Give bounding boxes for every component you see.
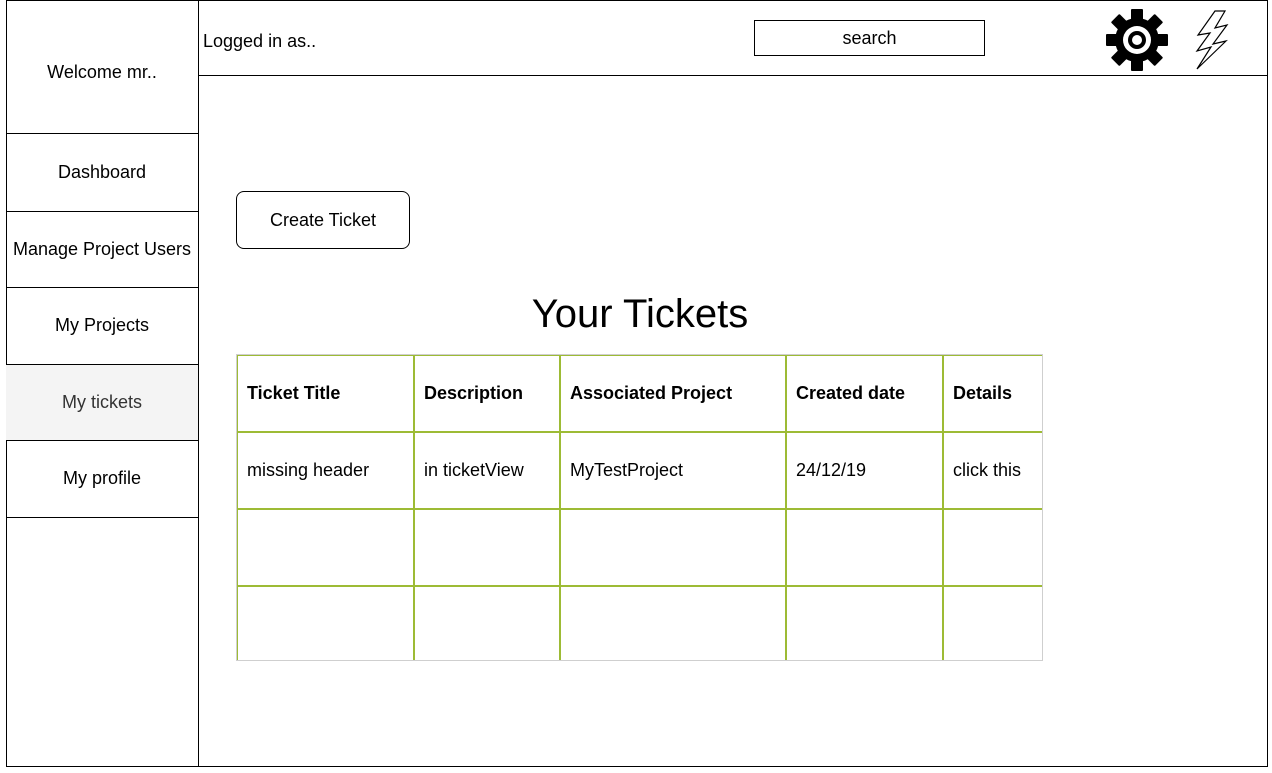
table-cell: [942, 508, 1042, 587]
table-cell: missing header: [237, 431, 415, 510]
top-header: Logged in as.. search: [199, 0, 1268, 76]
table-cell: 24/12/19: [785, 431, 944, 510]
search-input[interactable]: search: [754, 20, 985, 56]
column-header-description: Description: [413, 355, 561, 433]
table-cell: [237, 585, 415, 660]
column-header-details: Details: [942, 355, 1042, 433]
table-cell: [413, 585, 561, 660]
column-header-created-date: Created date: [785, 355, 944, 433]
table-cell: [559, 585, 787, 660]
table-cell: [785, 585, 944, 660]
table-cell: [942, 585, 1042, 660]
gear-icon[interactable]: [1105, 8, 1169, 72]
sidebar-item-dashboard[interactable]: Dashboard: [6, 134, 198, 212]
table-cell: [785, 508, 944, 587]
table-cell: MyTestProject: [559, 431, 787, 510]
sidebar: Welcome mr.. Dashboard Manage Project Us…: [6, 0, 199, 767]
table-row: missing header in ticketView MyTestProje…: [237, 431, 1042, 510]
logged-in-label: Logged in as..: [203, 31, 317, 51]
table-header-row: Ticket Title Description Associated Proj…: [237, 355, 1042, 433]
details-link[interactable]: click this: [942, 431, 1042, 510]
sidebar-item-manage-project-users[interactable]: Manage Project Users: [6, 212, 198, 288]
create-ticket-button[interactable]: Create Ticket: [236, 191, 410, 249]
lightning-icon[interactable]: [1193, 8, 1233, 72]
table-row: [237, 508, 1042, 587]
tickets-table: Ticket Title Description Associated Proj…: [236, 354, 1043, 661]
sidebar-item-my-tickets[interactable]: My tickets: [6, 365, 198, 441]
table-cell: in ticketView: [413, 431, 561, 510]
sidebar-item-my-projects[interactable]: My Projects: [6, 288, 198, 365]
column-header-ticket-title: Ticket Title: [237, 355, 415, 433]
table-cell: [237, 508, 415, 587]
table-row: [237, 585, 1042, 660]
table-cell: [413, 508, 561, 587]
column-header-associated-project: Associated Project: [559, 355, 787, 433]
sidebar-item-my-profile[interactable]: My profile: [6, 441, 198, 518]
welcome-text: Welcome mr..: [6, 0, 198, 134]
page-title: Your Tickets: [531, 292, 749, 336]
table-cell: [559, 508, 787, 587]
